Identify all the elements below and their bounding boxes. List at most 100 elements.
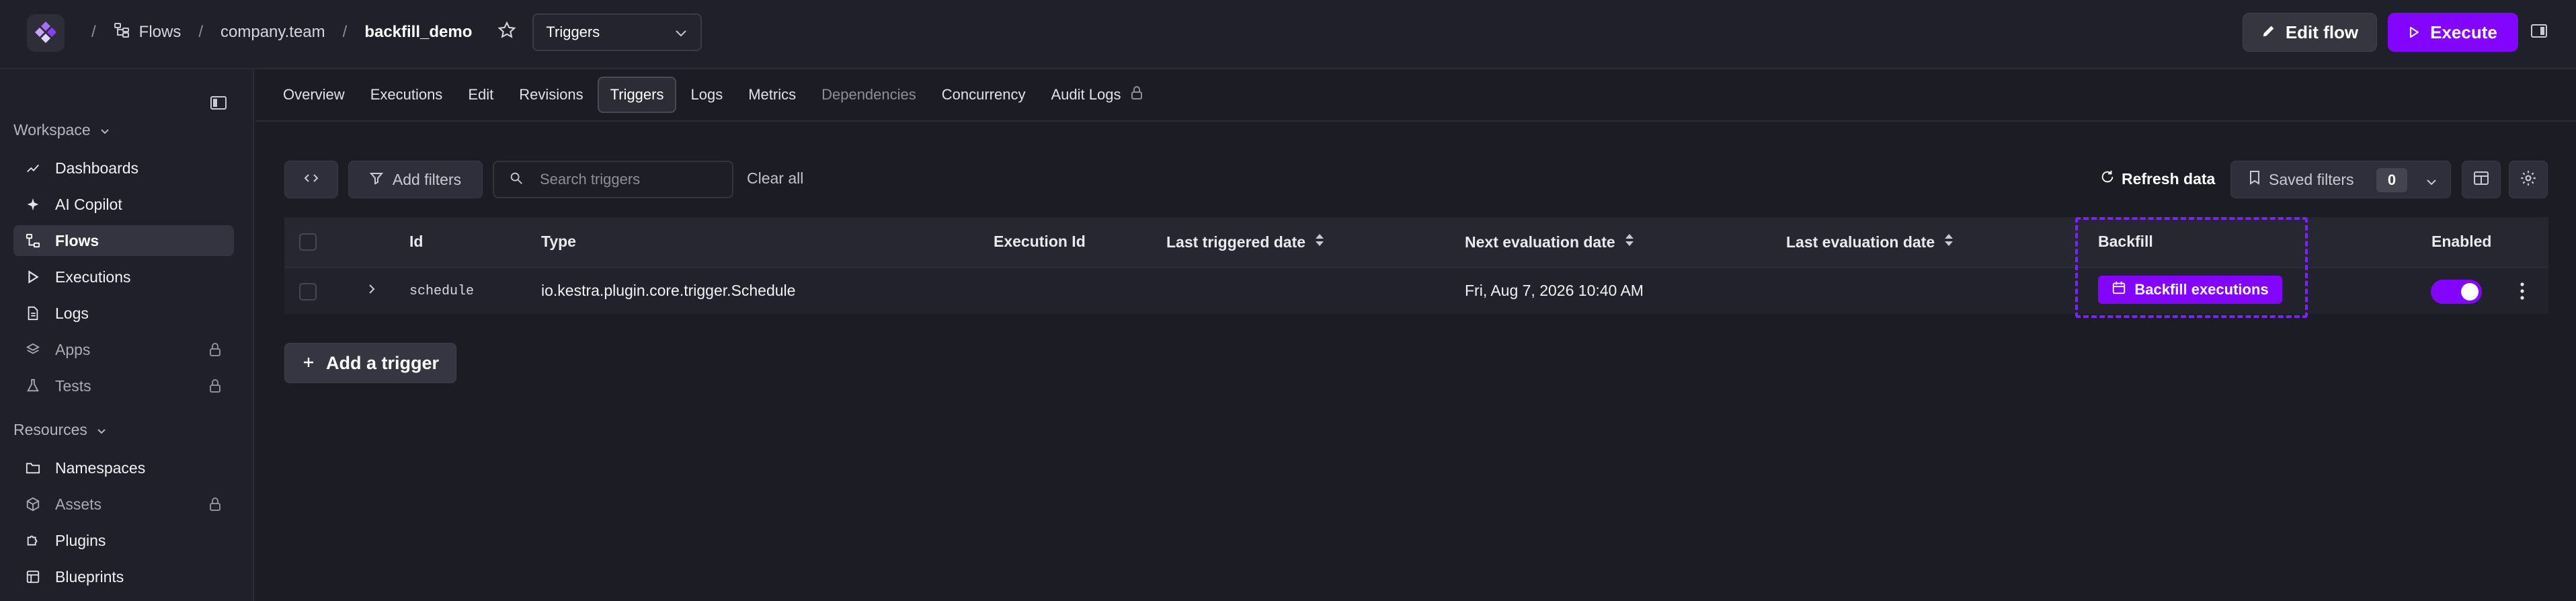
column-header-last-triggered-date[interactable]: Last triggered date bbox=[1166, 233, 1324, 251]
tab-logs[interactable]: Logs bbox=[679, 78, 734, 112]
more-options-icon[interactable] bbox=[2520, 281, 2525, 305]
resources-section-title: Resources bbox=[13, 421, 87, 438]
column-header-execution-id[interactable]: Execution Id bbox=[994, 233, 1086, 251]
chevron-down-icon bbox=[675, 24, 687, 41]
tab-audit-logs[interactable]: Audit Logs bbox=[1039, 77, 1155, 112]
sidebar-item-plugins[interactable]: Plugins bbox=[13, 525, 234, 556]
sidebar-item-label: Dashboards bbox=[55, 159, 139, 177]
saved-filters-count-badge: 0 bbox=[2376, 168, 2407, 192]
table-icon bbox=[2473, 171, 2489, 189]
layers-icon bbox=[26, 342, 40, 357]
sort-icon bbox=[1315, 233, 1324, 251]
pencil-icon bbox=[2261, 22, 2276, 43]
chevron-right-icon[interactable] bbox=[368, 283, 376, 298]
sidebar-item-namespaces[interactable]: Namespaces bbox=[13, 452, 234, 483]
bookmark-icon bbox=[2249, 170, 2261, 189]
gear-icon bbox=[2520, 169, 2537, 190]
breadcrumb-flows[interactable]: Flows bbox=[139, 23, 182, 42]
column-header-next-evaluation-date[interactable]: Next evaluation date bbox=[1465, 233, 1634, 251]
search-box[interactable] bbox=[493, 161, 733, 198]
execute-button[interactable]: Execute bbox=[2388, 13, 2518, 52]
cube-icon bbox=[26, 497, 40, 512]
resources-section-toggle[interactable]: Resources bbox=[13, 421, 106, 439]
file-icon bbox=[26, 306, 40, 321]
tab-metrics[interactable]: Metrics bbox=[737, 78, 807, 112]
column-header-label: Last evaluation date bbox=[1786, 233, 1935, 251]
sidebar-item-label: Logs bbox=[55, 304, 89, 322]
column-header-id[interactable]: Id bbox=[409, 233, 423, 251]
sidebar-collapse-icon[interactable] bbox=[210, 95, 227, 114]
lock-icon bbox=[208, 378, 222, 397]
play-icon bbox=[2409, 22, 2419, 43]
table-columns-button[interactable] bbox=[2462, 161, 2501, 198]
flask-icon bbox=[26, 378, 40, 393]
settings-button[interactable] bbox=[2509, 161, 2548, 198]
add-filters-button[interactable]: Add filters bbox=[348, 161, 483, 198]
column-header-last-evaluation-date[interactable]: Last evaluation date bbox=[1786, 233, 1954, 251]
sidebar-item-label: Apps bbox=[55, 340, 91, 358]
trigger-next-evaluation-date: Fri, Aug 7, 2026 10:40 AM bbox=[1465, 282, 1644, 299]
clear-all-button[interactable]: Clear all bbox=[747, 169, 803, 188]
search-icon bbox=[509, 171, 524, 189]
view-select[interactable]: Triggers bbox=[532, 13, 702, 51]
edit-flow-label: Edit flow bbox=[2285, 22, 2359, 42]
breadcrumb-separator: / bbox=[342, 23, 348, 41]
column-header-backfill: Backfill bbox=[2098, 233, 2153, 250]
lock-icon bbox=[208, 342, 222, 361]
lock-icon bbox=[208, 497, 222, 516]
add-trigger-label: Add a trigger bbox=[325, 352, 439, 373]
sidebar-item-dashboards[interactable]: Dashboards bbox=[13, 153, 234, 184]
sidebar-item-label: Assets bbox=[55, 495, 102, 513]
chevron-down-icon bbox=[100, 121, 110, 139]
sidebar-item-logs[interactable]: Logs bbox=[13, 298, 234, 329]
star-icon[interactable] bbox=[497, 21, 516, 44]
sidebar-item-label: Blueprints bbox=[55, 567, 124, 586]
sidebar-item-executions[interactable]: Executions bbox=[13, 262, 234, 292]
sidebar-item-tests[interactable]: Tests bbox=[13, 370, 234, 401]
column-header-type[interactable]: Type bbox=[541, 233, 576, 251]
row-checkbox[interactable] bbox=[299, 283, 317, 300]
sidebar-item-flows[interactable]: Flows bbox=[13, 225, 234, 256]
tab-revisions[interactable]: Revisions bbox=[508, 78, 594, 112]
tab-audit-logs-label: Audit Logs bbox=[1051, 86, 1121, 103]
side-panel-toggle-icon[interactable] bbox=[2530, 23, 2548, 42]
backfill-executions-button[interactable]: Backfill executions bbox=[2098, 276, 2282, 304]
tab-overview[interactable]: Overview bbox=[272, 78, 356, 112]
sidebar-item-ai-copilot[interactable]: AI Copilot bbox=[13, 189, 234, 220]
breadcrumb-namespace[interactable]: company.team bbox=[220, 23, 325, 42]
code-view-button[interactable] bbox=[284, 161, 338, 198]
select-all-checkbox[interactable] bbox=[299, 233, 317, 251]
add-trigger-button[interactable]: Add a trigger bbox=[284, 343, 456, 383]
top-bar: / Flows / company.team / backfill_demo T… bbox=[0, 0, 2576, 69]
refresh-data-button[interactable]: Refresh data bbox=[2100, 169, 2215, 188]
workspace-section-toggle[interactable]: Workspace bbox=[13, 121, 110, 139]
saved-filters-dropdown[interactable]: Saved filters 0 bbox=[2230, 161, 2451, 198]
kestra-logo-icon[interactable] bbox=[27, 14, 65, 52]
sidebar-item-blueprints[interactable]: Blueprints bbox=[13, 561, 234, 592]
sidebar-item-apps[interactable]: Apps bbox=[13, 334, 234, 365]
tab-edit[interactable]: Edit bbox=[456, 78, 505, 112]
tab-triggers[interactable]: Triggers bbox=[597, 77, 677, 113]
refresh-data-label: Refresh data bbox=[2122, 169, 2216, 188]
sidebar-item-assets[interactable]: Assets bbox=[13, 489, 234, 520]
triggers-table: Id Type Execution Id Last triggered date… bbox=[284, 217, 2548, 315]
tab-dependencies[interactable]: Dependencies bbox=[810, 78, 928, 112]
tab-executions[interactable]: Executions bbox=[359, 78, 454, 112]
breadcrumb: / Flows / company.team / backfill_demo T… bbox=[74, 0, 702, 65]
flow-tabs: Overview Executions Edit Revisions Trigg… bbox=[255, 69, 2576, 122]
plus-icon bbox=[302, 353, 315, 374]
breadcrumb-separator: / bbox=[91, 23, 96, 41]
column-header-enabled: Enabled bbox=[2431, 233, 2492, 250]
enabled-toggle[interactable] bbox=[2431, 280, 2482, 304]
workspace-section-title: Workspace bbox=[13, 121, 91, 138]
trigger-type: io.kestra.plugin.core.trigger.Schedule bbox=[541, 282, 796, 299]
edit-flow-button[interactable]: Edit flow bbox=[2243, 13, 2377, 52]
tab-concurrency[interactable]: Concurrency bbox=[930, 78, 1037, 112]
sidebar-item-label: Flows bbox=[55, 231, 99, 249]
trigger-id: schedule bbox=[409, 284, 475, 299]
calendar-icon bbox=[2111, 280, 2126, 299]
sidebar-item-label: Plugins bbox=[55, 531, 106, 549]
sidebar-item-label: Executions bbox=[55, 268, 131, 286]
search-input[interactable] bbox=[540, 171, 715, 188]
lock-icon bbox=[1130, 85, 1143, 104]
